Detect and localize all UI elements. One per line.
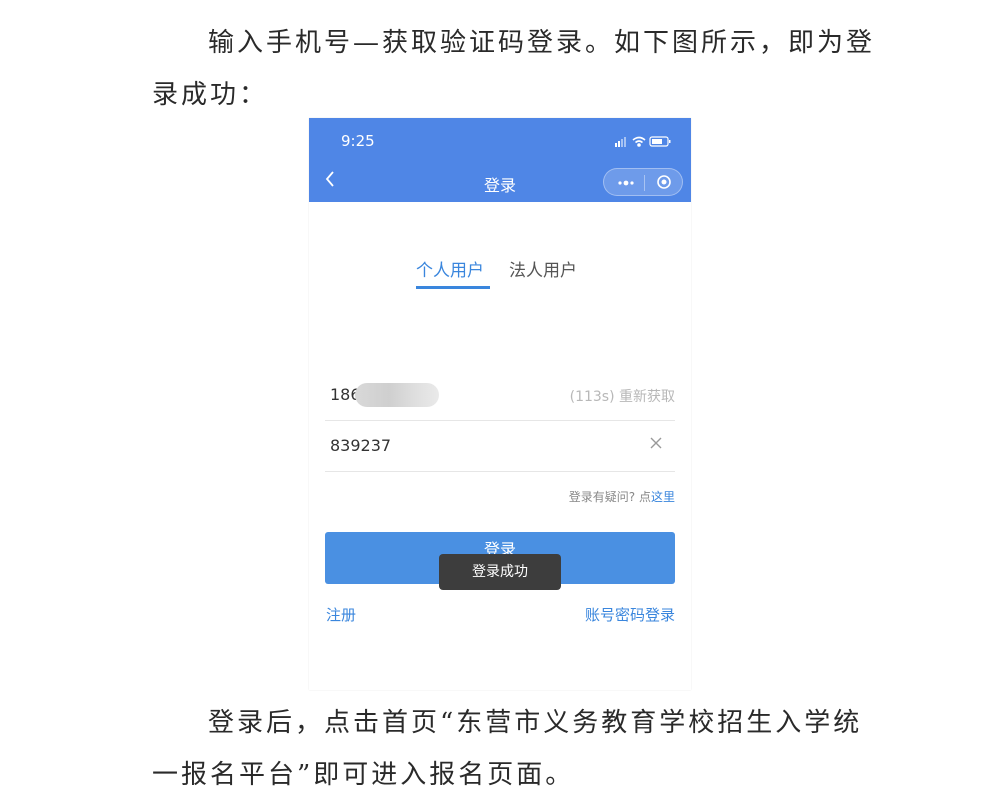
resend-code-button[interactable]: (113s) 重新获取 <box>570 386 675 406</box>
help-text: 登录有疑问? 点这里 <box>569 488 675 505</box>
code-field[interactable]: 839237 <box>325 421 675 472</box>
header-bar: 9:25 登录 <box>309 118 691 202</box>
paragraph-2-line-2: 一报名平台”即可进入报名页面。 <box>152 760 575 790</box>
paragraph-1-line-1: 输入手机号—获取验证码登录。如下图所示，即为登 <box>208 28 876 58</box>
battery-icon <box>649 136 671 147</box>
redacted-blur <box>355 383 439 407</box>
login-screenshot: 9:25 登录 个人用户 法人用户 186 (113s) 重新获取 839237… <box>309 118 691 690</box>
status-time: 9:25 <box>341 132 375 150</box>
help-label: 登录有疑问? 点 <box>568 490 651 504</box>
register-link[interactable]: 注册 <box>326 604 356 625</box>
active-tab-indicator <box>416 286 490 289</box>
phone-field[interactable]: 186 (113s) 重新获取 <box>325 370 675 421</box>
paragraph-1-line-2: 录成功： <box>152 80 269 110</box>
miniprogram-capsule[interactable] <box>603 168 683 196</box>
capsule-divider <box>644 175 645 191</box>
tab-personal-user[interactable]: 个人用户 <box>416 256 484 281</box>
close-icon[interactable] <box>649 436 663 450</box>
more-dots-icon[interactable] <box>616 173 636 193</box>
password-login-link[interactable]: 账号密码登录 <box>585 604 675 625</box>
target-icon[interactable] <box>657 175 671 189</box>
signal-icon <box>615 137 626 147</box>
status-icons <box>615 136 671 147</box>
help-link[interactable]: 这里 <box>651 490 675 504</box>
wifi-icon <box>632 136 646 147</box>
paragraph-2-line-1: 登录后，点击首页“东营市义务教育学校招生入学统 <box>208 708 863 738</box>
tab-legal-user[interactable]: 法人用户 <box>509 256 577 281</box>
user-type-tabs: 个人用户 法人用户 <box>309 256 691 292</box>
success-toast: 登录成功 <box>439 554 561 590</box>
code-value: 839237 <box>330 436 392 455</box>
